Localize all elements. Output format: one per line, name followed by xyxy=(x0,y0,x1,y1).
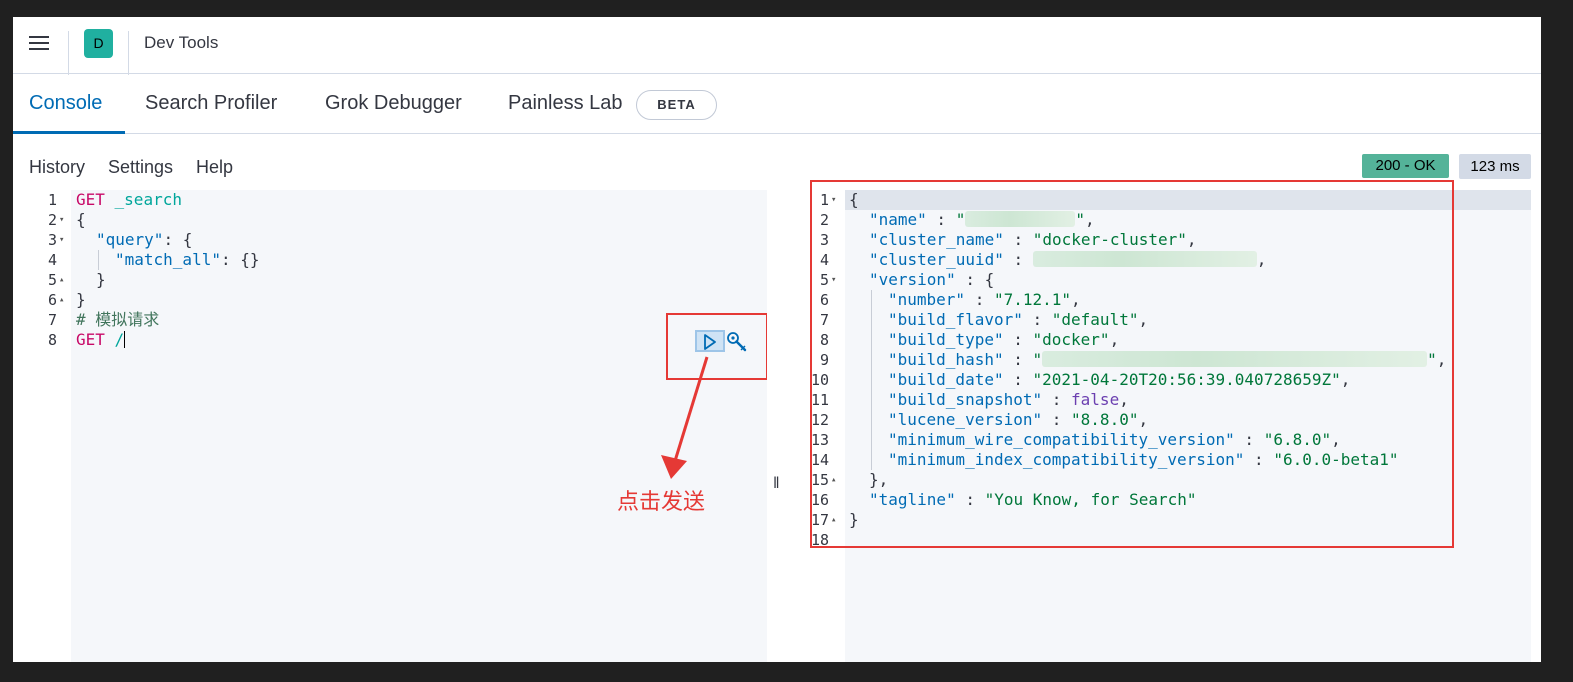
tab-search-profiler[interactable]: Search Profiler xyxy=(145,92,277,115)
settings-link[interactable]: Settings xyxy=(108,157,173,178)
indent-guide xyxy=(98,250,99,270)
code-line: GET _search xyxy=(76,190,182,209)
page-title: Dev Tools xyxy=(144,33,219,52)
beta-badge: BETA xyxy=(636,90,717,120)
text-cursor xyxy=(124,331,126,348)
history-link[interactable]: History xyxy=(29,157,85,178)
help-link[interactable]: Help xyxy=(196,157,233,178)
code-line: # 模拟请求 xyxy=(76,310,160,329)
code-line: "query": { xyxy=(96,230,193,249)
tab-grok-debugger[interactable]: Grok Debugger xyxy=(325,92,462,115)
editor-gutter: 1 2 ▾ 3 ▾ 4 5 ▴ 6 ▴ 7 8 xyxy=(19,190,71,662)
fold-toggle-icon[interactable]: ▴ xyxy=(59,290,69,310)
tab-console[interactable]: Console xyxy=(29,92,102,115)
top-header: D Dev Tools xyxy=(13,17,1541,75)
line-number: 4 xyxy=(47,251,57,269)
code-line: "match_all": {} xyxy=(115,250,260,269)
fold-toggle-icon[interactable]: ▾ xyxy=(59,210,69,230)
dev-tools-app: D Dev Tools Console Search Profiler Grok… xyxy=(13,17,1541,662)
line-number: 5 xyxy=(47,271,57,289)
code-line: GET / xyxy=(76,330,126,349)
fold-toggle-icon[interactable]: ▾ xyxy=(59,230,69,250)
code-line: { xyxy=(76,210,86,229)
line-number: 8 xyxy=(47,331,57,349)
status-badge: 200 - OK xyxy=(1362,154,1449,178)
line-number: 1 xyxy=(47,191,57,209)
tab-painless-lab[interactable]: Painless Lab xyxy=(508,92,623,115)
code-line: } xyxy=(96,270,106,289)
fold-toggle-icon[interactable]: ▴ xyxy=(59,270,69,290)
annotation-label: 点击发送 xyxy=(617,490,706,515)
header-divider xyxy=(128,31,129,75)
space-avatar[interactable]: D xyxy=(84,29,113,58)
resizer-handle-icon[interactable]: ‖ xyxy=(773,475,780,493)
line-number: 2 xyxy=(47,211,57,229)
panel-resizer[interactable] xyxy=(767,190,783,662)
code-line: } xyxy=(76,290,86,309)
active-tab-indicator xyxy=(13,131,125,134)
request-time-badge: 123 ms xyxy=(1459,154,1531,179)
annotation-highlight-box xyxy=(810,180,1454,548)
line-number: 7 xyxy=(47,311,57,329)
line-number: 6 xyxy=(47,291,57,309)
hamburger-menu-icon[interactable] xyxy=(25,32,53,58)
annotation-arrow-icon xyxy=(661,356,709,479)
line-number: 3 xyxy=(47,231,57,249)
header-divider xyxy=(68,31,69,75)
tab-bar: Console Search Profiler Grok Debugger Pa… xyxy=(13,74,1541,134)
